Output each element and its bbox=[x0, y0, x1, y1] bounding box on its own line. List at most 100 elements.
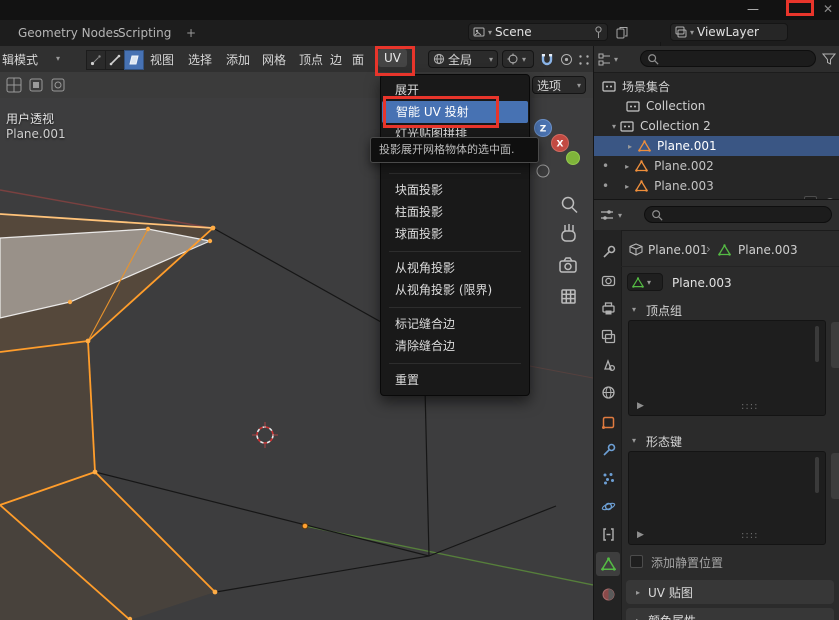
collection-icon bbox=[626, 100, 640, 112]
transform-orientation-dropdown[interactable]: 全局 ▾ bbox=[428, 50, 498, 68]
expand-icon[interactable]: ▶ bbox=[637, 401, 644, 411]
menu-uv[interactable]: UV bbox=[378, 49, 407, 67]
chevron-down-icon[interactable]: ▾ bbox=[632, 305, 636, 314]
chevron-right-icon[interactable]: ▸ bbox=[625, 182, 629, 191]
resize-grip[interactable]: :::: bbox=[741, 401, 758, 412]
menu-view[interactable]: 视图 bbox=[150, 51, 174, 68]
resize-grip[interactable]: :::: bbox=[741, 530, 758, 541]
uv-menu-item-clear-seam[interactable]: 清除缝合边 bbox=[381, 335, 529, 357]
filter-icon[interactable] bbox=[822, 52, 836, 66]
vertex-groups-section-header[interactable]: 顶点组 bbox=[646, 302, 682, 319]
outliner-row-plane-003[interactable]: • ▸ Plane.003 bbox=[594, 176, 839, 196]
editor-divider-vertical[interactable] bbox=[593, 46, 594, 620]
tool-settings-icon-b[interactable] bbox=[27, 76, 45, 94]
rest-position-checkbox[interactable] bbox=[630, 555, 643, 568]
uv-menu-item-project-from-view[interactable]: 从视角投影 bbox=[381, 257, 529, 279]
edge-select-mode-button[interactable] bbox=[105, 50, 125, 70]
new-workspace-button[interactable]: + bbox=[178, 24, 204, 42]
tab-object[interactable] bbox=[596, 410, 620, 434]
tab-constraints[interactable] bbox=[596, 522, 620, 546]
vertex-select-mode-button[interactable] bbox=[86, 50, 106, 70]
menu-edge[interactable]: 边 bbox=[330, 51, 342, 68]
outliner-row-collection[interactable]: Collection bbox=[594, 96, 839, 116]
vertex-groups-ops-buttons[interactable] bbox=[831, 322, 839, 368]
tool-settings-icon-a[interactable] bbox=[5, 76, 23, 94]
editor-divider-horizontal[interactable] bbox=[594, 199, 839, 200]
collection-icon bbox=[620, 120, 634, 132]
tab-world[interactable] bbox=[596, 380, 620, 404]
shape-keys-section-header[interactable]: 形态键 bbox=[646, 433, 682, 450]
chevron-right-icon[interactable]: ▸ bbox=[625, 162, 629, 171]
scrollbar[interactable] bbox=[815, 457, 819, 493]
proportional-edit-icon[interactable] bbox=[560, 53, 573, 66]
edge-mode-icon bbox=[109, 54, 121, 66]
mesh-data-name[interactable]: Plane.003 bbox=[672, 276, 732, 290]
tab-scene[interactable] bbox=[596, 352, 620, 376]
new-scene-icon[interactable] bbox=[616, 26, 628, 39]
outliner-row-plane-001[interactable]: ▸ Plane.001 bbox=[594, 136, 839, 156]
properties-editor-icon[interactable] bbox=[600, 209, 614, 221]
chevron-right-icon[interactable]: ▸ bbox=[628, 142, 632, 151]
view-layer-selector[interactable]: ▾ ViewLayer bbox=[670, 23, 788, 41]
face-select-mode-button[interactable] bbox=[124, 50, 144, 70]
display-mode-icon[interactable] bbox=[598, 53, 611, 66]
close-button[interactable]: ✕ bbox=[823, 2, 833, 16]
scrollbar[interactable] bbox=[815, 326, 819, 362]
tab-physics[interactable] bbox=[596, 494, 620, 518]
uv-menu-item-cube-projection[interactable]: 块面投影 bbox=[381, 179, 529, 201]
overlays-grid-icon[interactable] bbox=[578, 54, 590, 66]
vertex-groups-list[interactable]: ▶ :::: bbox=[628, 320, 826, 416]
outliner-search-input[interactable] bbox=[640, 50, 816, 67]
3d-cursor-icon bbox=[252, 422, 278, 448]
uv-maps-panel[interactable]: ▸ UV 贴图 bbox=[626, 580, 834, 604]
chevron-down-icon[interactable]: ▾ bbox=[612, 122, 616, 131]
outliner-row-plane-002[interactable]: • ▸ Plane.002 bbox=[594, 156, 839, 176]
uv-menu-item-reset[interactable]: 重置 bbox=[381, 369, 529, 391]
breadcrumb-object[interactable]: Plane.001 bbox=[648, 243, 708, 257]
properties-header: ▾ bbox=[594, 200, 839, 231]
tab-particles[interactable] bbox=[596, 466, 620, 490]
tab-view-layer[interactable] bbox=[596, 324, 620, 348]
chevron-down-icon: ▾ bbox=[647, 278, 651, 287]
options-dropdown[interactable]: 选项 ▾ bbox=[532, 76, 586, 94]
uv-menu-item-smart-uv-project[interactable]: 智能 UV 投射 bbox=[382, 101, 528, 123]
menu-vertex[interactable]: 顶点 bbox=[299, 51, 323, 68]
chevron-down-icon[interactable]: ▾ bbox=[632, 436, 636, 445]
uv-menu-item-cylinder-projection[interactable]: 柱面投影 bbox=[381, 201, 529, 223]
tab-tool[interactable] bbox=[596, 240, 620, 264]
tool-settings-icon-c[interactable] bbox=[49, 76, 67, 94]
uv-menu-item-sphere-projection[interactable]: 球面投影 bbox=[381, 223, 529, 245]
shape-keys-ops-buttons[interactable] bbox=[831, 453, 839, 499]
uv-menu-item-mark-seam[interactable]: 标记缝合边 bbox=[381, 313, 529, 335]
expand-icon[interactable]: ▶ bbox=[637, 530, 644, 540]
pin-icon[interactable] bbox=[594, 26, 603, 39]
chevron-down-icon[interactable]: ▾ bbox=[618, 211, 622, 220]
uv-menu-item-project-from-view-bounds[interactable]: 从视角投影 (限界) bbox=[381, 279, 529, 301]
snap-magnet-icon[interactable] bbox=[540, 53, 554, 66]
mesh-object-icon bbox=[635, 180, 648, 192]
tab-scripting[interactable]: Scripting bbox=[110, 24, 179, 42]
scene-selector[interactable]: ▾ Scene bbox=[468, 23, 608, 41]
tab-modifiers[interactable] bbox=[596, 438, 620, 462]
shape-keys-list[interactable]: ▶ :::: bbox=[628, 451, 826, 545]
tab-object-data[interactable] bbox=[596, 552, 620, 576]
snap-target-dropdown[interactable]: ▾ bbox=[502, 50, 534, 68]
tab-render[interactable] bbox=[596, 268, 620, 292]
menu-add[interactable]: 添加 bbox=[226, 51, 250, 68]
editor-mode-dropdown[interactable]: 辑模式 bbox=[2, 51, 38, 68]
view-layer-icon bbox=[675, 26, 687, 38]
uv-menu-item-unwrap[interactable]: 展开 bbox=[381, 79, 529, 101]
color-attributes-panel[interactable]: ▸ 颜色属性 bbox=[626, 608, 834, 620]
chevron-down-icon[interactable]: ▾ bbox=[614, 55, 618, 64]
menu-mesh[interactable]: 网格 bbox=[262, 51, 286, 68]
tab-output[interactable] bbox=[596, 296, 620, 320]
menu-select[interactable]: 选择 bbox=[188, 51, 212, 68]
outliner-row-scene-collection[interactable]: 场景集合 bbox=[594, 76, 839, 96]
minimize-button[interactable]: — bbox=[747, 2, 759, 16]
tab-material[interactable] bbox=[596, 582, 620, 606]
properties-search-input[interactable] bbox=[644, 206, 832, 223]
outliner-row-collection-2[interactable]: ▾ Collection 2 bbox=[594, 116, 839, 136]
breadcrumb-data[interactable]: Plane.003 bbox=[738, 243, 798, 257]
mesh-data-id-dropdown[interactable]: ▾ bbox=[627, 273, 663, 291]
menu-face[interactable]: 面 bbox=[352, 51, 364, 68]
